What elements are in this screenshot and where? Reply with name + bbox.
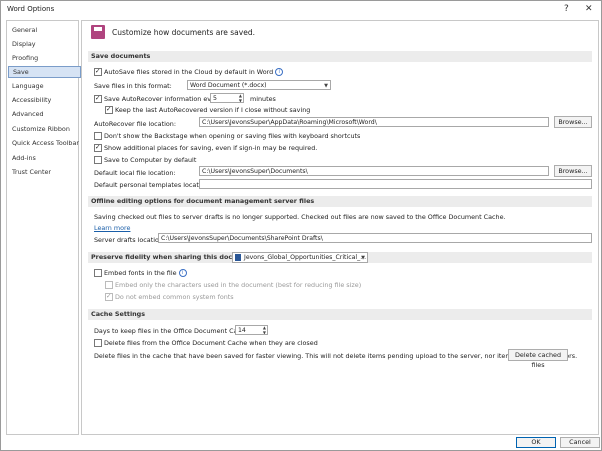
word-document-icon xyxy=(235,253,241,261)
keep-last-checkbox[interactable] xyxy=(105,105,113,114)
content-panel: Customize how documents are saved. Save … xyxy=(81,20,599,435)
save-to-computer-checkbox[interactable] xyxy=(94,156,102,164)
fidelity-document-value: Jevons_Global_Opportunities_Critical_... xyxy=(244,254,367,261)
autorecover-label: Save AutoRecover information every xyxy=(104,95,222,103)
sidebar-item-add-ins[interactable]: Add-ins xyxy=(8,152,79,164)
autosave-checkbox[interactable] xyxy=(94,67,102,76)
templates-label: Default personal templates location: xyxy=(94,181,211,189)
save-to-computer-label: Save to Computer by default xyxy=(104,156,197,164)
browse-autorecover-button[interactable]: Browse... xyxy=(554,116,592,128)
backstage-label: Don't show the Backstage when opening or… xyxy=(104,132,361,140)
section-offline-editing: Offline editing options for document man… xyxy=(88,196,592,207)
section-save-documents: Save documents xyxy=(88,51,592,62)
save-disk-icon xyxy=(91,25,105,39)
sidebar-item-customize-ribbon[interactable]: Customize Ribbon xyxy=(8,123,79,135)
sidebar-item-general[interactable]: General xyxy=(8,24,79,36)
sidebar: General Display Proofing Save Language A… xyxy=(6,20,81,435)
close-icon[interactable]: ✕ xyxy=(585,4,593,14)
sidebar-item-language[interactable]: Language xyxy=(8,80,79,92)
offline-notice: Saving checked out files to server draft… xyxy=(94,213,506,221)
format-value: Word Document (*.docx) xyxy=(190,82,267,89)
drafts-label: Server drafts location: xyxy=(94,236,166,244)
backstage-checkbox[interactable] xyxy=(94,132,102,140)
embed-fonts-checkbox[interactable] xyxy=(94,269,102,277)
autosave-label-text: AutoSave files stored in the Cloud by de… xyxy=(104,68,274,76)
format-label: Save files in this format: xyxy=(94,82,172,90)
learn-more-link[interactable]: Learn more xyxy=(94,224,130,232)
keep-last-label: Keep the last AutoRecovered version if I… xyxy=(115,106,311,114)
word-options-window: Word Options ? ✕ General Display Proofin… xyxy=(0,0,602,451)
delete-closed-checkbox[interactable] xyxy=(94,339,102,347)
title-bar: Word Options ? ✕ xyxy=(1,1,601,19)
sidebar-item-display[interactable]: Display xyxy=(8,38,79,50)
sidebar-item-advanced[interactable]: Advanced xyxy=(8,108,79,120)
ok-button[interactable]: OK xyxy=(516,437,556,448)
chevron-down-icon: ▼ xyxy=(361,255,365,261)
cancel-button[interactable]: Cancel xyxy=(560,437,600,448)
default-local-field[interactable]: C:\Users\JevonsSuper\Documents\ xyxy=(199,166,549,176)
page-header: Customize how documents are saved. xyxy=(112,28,255,37)
days-value: 14 xyxy=(238,327,246,334)
chevron-down-icon: ▼ xyxy=(324,83,328,89)
delete-closed-label: Delete files from the Office Document Ca… xyxy=(104,339,318,347)
autorecover-minutes-value: 5 xyxy=(213,95,217,102)
help-icon[interactable]: ? xyxy=(564,4,569,14)
embed-chars-label: Embed only the characters used in the do… xyxy=(115,281,362,289)
spinner-arrows-icon[interactable]: ▲ ▼ xyxy=(263,326,266,334)
fidelity-document-dropdown[interactable]: Jevons_Global_Opportunities_Critical_...… xyxy=(232,252,368,263)
sidebar-item-accessibility[interactable]: Accessibility xyxy=(8,94,79,106)
sidebar-item-save[interactable]: Save xyxy=(8,66,81,78)
no-common-fonts-label: Do not embed common system fonts xyxy=(115,293,234,301)
no-common-fonts-checkbox[interactable] xyxy=(105,292,113,301)
delete-cached-files-button[interactable]: Delete cached files xyxy=(508,349,568,369)
browse-local-button[interactable]: Browse... xyxy=(554,165,592,177)
section-cache-settings: Cache Settings xyxy=(88,309,592,320)
autorecover-minutes-spinner[interactable]: 5 ▲ ▼ xyxy=(210,93,244,103)
default-local-label: Default local file location: xyxy=(94,169,176,177)
autosave-label: AutoSave files stored in the Cloud by de… xyxy=(104,68,284,76)
sidebar-item-quick-access-toolbar[interactable]: Quick Access Toolbar xyxy=(8,137,79,149)
delete-note: Delete files in the cache that have been… xyxy=(94,352,578,360)
additional-places-label: Show additional places for saving, even … xyxy=(104,144,318,152)
spinner-arrows-icon[interactable]: ▲ ▼ xyxy=(239,94,242,102)
days-spinner[interactable]: 14 ▲ ▼ xyxy=(235,325,268,335)
minutes-label: minutes xyxy=(250,95,276,103)
autorecover-location-label: AutoRecover file location: xyxy=(94,120,176,128)
autorecover-location-field[interactable]: C:\Users\JevonsSuper\AppData\Roaming\Mic… xyxy=(199,117,549,127)
templates-field[interactable] xyxy=(199,179,592,189)
sidebar-item-proofing[interactable]: Proofing xyxy=(8,52,79,64)
window-title: Word Options xyxy=(7,5,55,13)
sidebar-item-trust-center[interactable]: Trust Center xyxy=(8,166,79,178)
info-icon[interactable]: i xyxy=(275,68,284,76)
embed-fonts-label: Embed fonts in the file i xyxy=(104,269,187,277)
additional-places-checkbox[interactable] xyxy=(94,143,102,152)
format-dropdown[interactable]: Word Document (*.docx) ▼ xyxy=(187,80,331,90)
embed-chars-checkbox[interactable] xyxy=(105,281,113,289)
embed-fonts-label-text: Embed fonts in the file xyxy=(104,269,177,277)
info-icon[interactable]: i xyxy=(178,269,187,277)
drafts-field[interactable]: C:\Users\JevonsSuper\Documents\SharePoin… xyxy=(158,233,592,243)
days-label: Days to keep files in the Office Documen… xyxy=(94,327,252,335)
autorecover-checkbox[interactable] xyxy=(94,94,102,103)
